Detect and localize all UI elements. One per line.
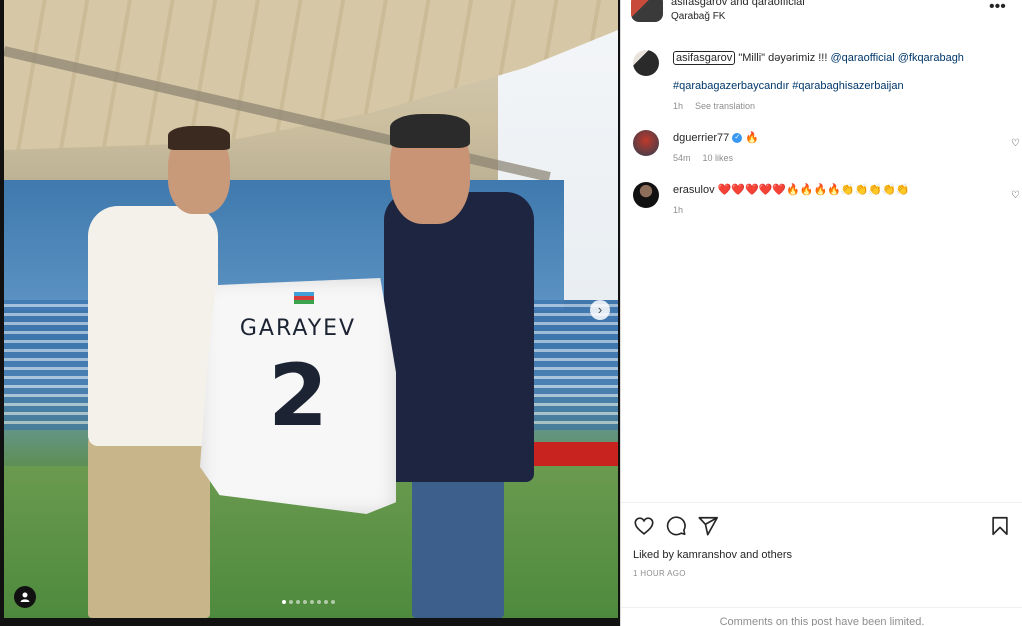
comment-like-heart-icon[interactable]: ♡ <box>1011 138 1022 150</box>
comment-username[interactable]: erasulov <box>673 184 715 196</box>
heart-icon[interactable] <box>633 515 655 537</box>
comment-text: 🔥 <box>745 131 760 144</box>
liked-by-prefix: Liked by <box>633 549 678 561</box>
carousel-dot[interactable] <box>324 600 328 604</box>
carousel-dot[interactable] <box>303 600 307 604</box>
carousel-dots <box>282 600 335 604</box>
post-location[interactable]: Qarabağ FK <box>671 11 725 22</box>
photo-person-left-sweater <box>88 206 218 446</box>
carousel-dot[interactable] <box>282 600 286 604</box>
comment-text: ❤️❤️❤️❤️❤️🔥🔥🔥🔥👏👏👏👏👏 <box>717 183 910 196</box>
comment-icon[interactable] <box>665 515 687 537</box>
liked-by-others[interactable]: others <box>761 549 792 561</box>
post-photo[interactable]: GARAYEV 2 › <box>0 0 620 626</box>
liked-by-user[interactable]: kamranshov <box>677 549 737 561</box>
stadium-photo: GARAYEV 2 <box>4 0 618 618</box>
photo-person-right-legs <box>412 476 504 618</box>
comments-limited-notice: Comments on this post have been limited. <box>621 607 1022 626</box>
post-footer: Liked by kamranshov and others 1 HOUR AG… <box>621 502 1022 626</box>
comment-avatar[interactable] <box>633 130 659 156</box>
comment-time: 54m <box>673 153 691 163</box>
bookmark-icon[interactable] <box>989 515 1011 537</box>
comment-username[interactable]: dguerrier77 <box>673 132 729 144</box>
caption-avatar[interactable] <box>633 50 659 76</box>
photo-person-left-legs <box>88 438 210 618</box>
see-translation-button[interactable]: See translation <box>695 98 755 114</box>
verified-icon: ✓ <box>732 133 743 144</box>
caption-text: "Milli" dəyərimiz !!! <box>738 52 831 64</box>
liked-by-suffix: and <box>736 549 762 561</box>
comment-like-heart-icon[interactable]: ♡ <box>1011 190 1022 202</box>
liked-by: Liked by kamranshov and others <box>633 549 792 561</box>
photo-adboard <box>524 442 618 466</box>
carousel-dot[interactable] <box>289 600 293 604</box>
carousel-dot[interactable] <box>310 600 314 604</box>
tagged-people-button[interactable] <box>14 586 36 608</box>
comment-likes[interactable]: 10 likes <box>703 150 734 166</box>
photo-person-right-hair <box>390 114 470 148</box>
jersey-number: 2 <box>268 346 328 446</box>
caption-username[interactable]: asifasgarov <box>673 51 736 65</box>
carousel-dot[interactable] <box>317 600 321 604</box>
mention-fkqarabagh[interactable]: @fkqarabagh <box>898 52 964 64</box>
comment-avatar[interactable] <box>633 182 659 208</box>
photo-person-left-hair <box>168 126 230 150</box>
carousel-next-button[interactable]: › <box>590 300 610 320</box>
post-detail-panel: asifasgarov and qaraofficial Qarabağ FK … <box>620 0 1022 626</box>
carousel-dot[interactable] <box>296 600 300 604</box>
chevron-right-icon: › <box>597 302 603 317</box>
azerbaijan-flag-icon <box>294 292 314 304</box>
jersey-name: GARAYEV <box>239 316 357 341</box>
action-bar <box>633 515 1013 537</box>
person-tag-icon <box>20 592 30 602</box>
more-icon[interactable]: ••• <box>989 0 1006 16</box>
caption-time: 1h <box>673 101 684 111</box>
hashtag-1[interactable]: #qarabagazerbaycandır <box>673 80 789 92</box>
post-header: asifasgarov and qaraofficial Qarabağ FK … <box>631 0 1021 26</box>
post-time-ago: 1 HOUR AGO <box>633 569 686 578</box>
photo-jersey: GARAYEV 2 <box>200 278 396 514</box>
comment-time: 1h <box>673 205 684 215</box>
photo-person-right-jacket <box>384 192 534 482</box>
share-icon[interactable] <box>697 515 719 537</box>
owner-avatar[interactable] <box>631 0 663 22</box>
mention-qaraofficial[interactable]: @qaraofficial <box>830 52 894 64</box>
hashtag-2[interactable]: #qarabaghisazerbaijan <box>792 80 903 92</box>
post-owner[interactable]: asifasgarov and qaraofficial <box>671 0 805 8</box>
carousel-dot[interactable] <box>331 600 335 604</box>
